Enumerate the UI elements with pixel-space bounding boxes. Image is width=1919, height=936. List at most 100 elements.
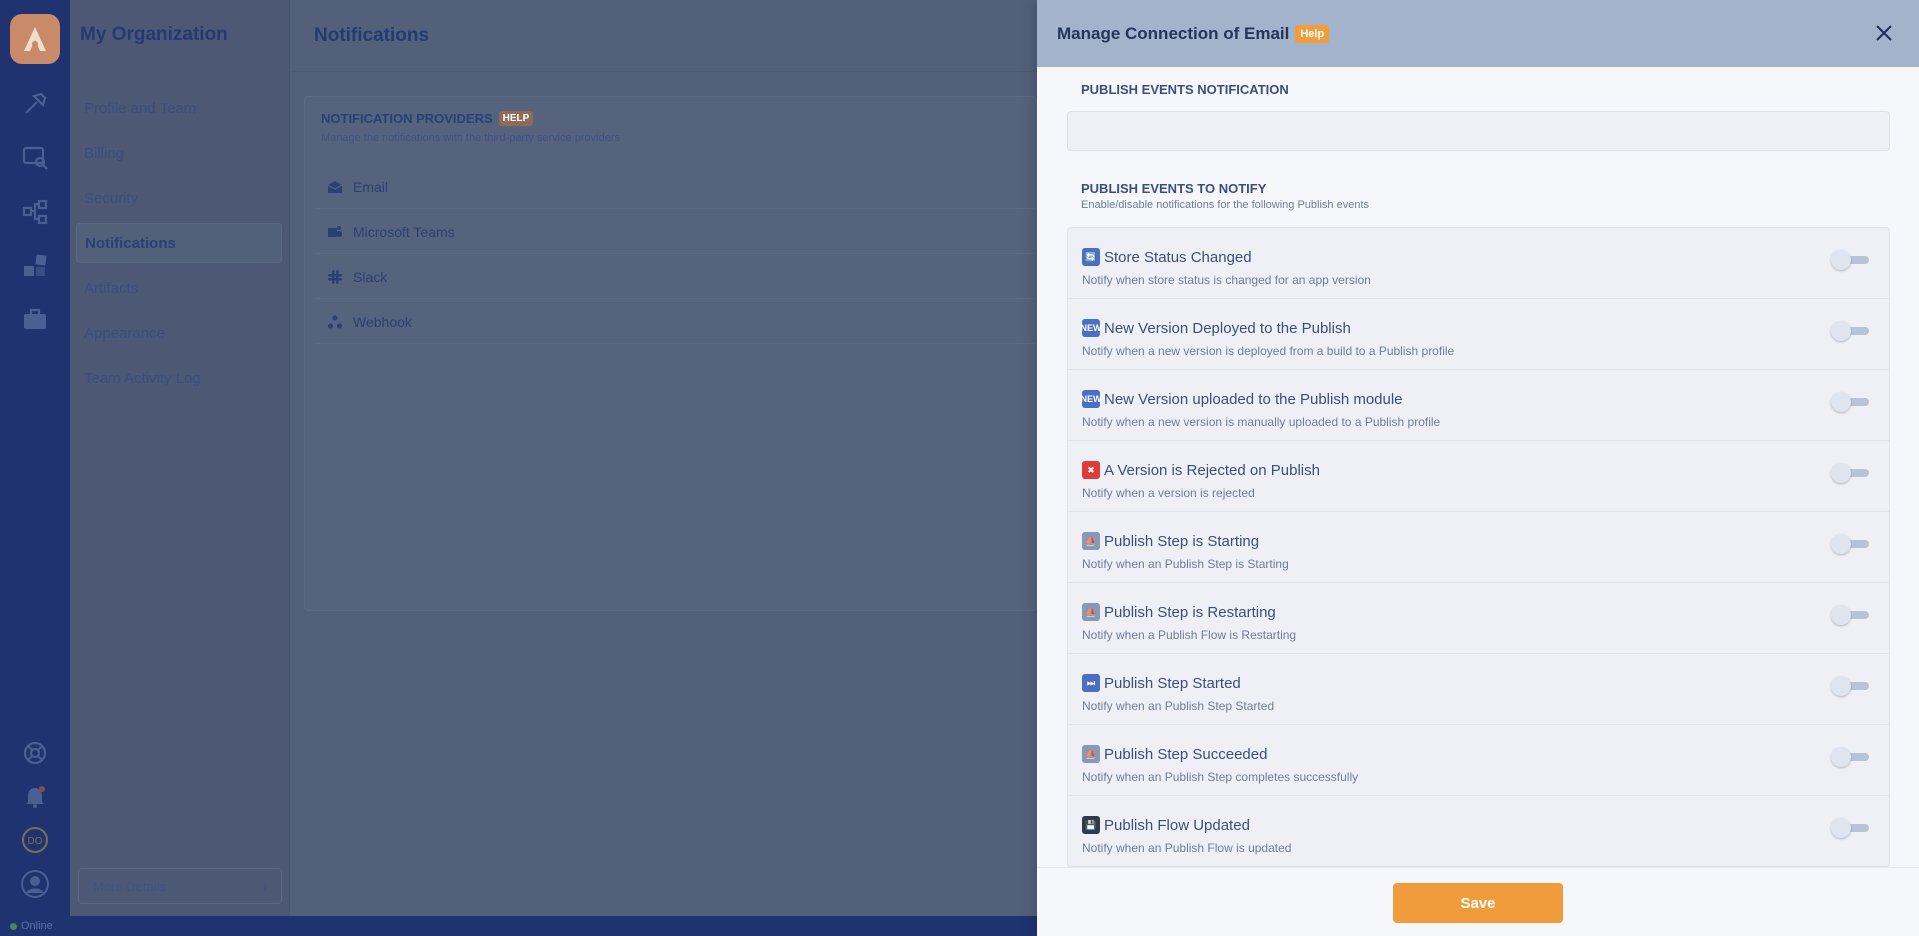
provider-microsoft-teams[interactable]: Microsoft Teams — [315, 210, 1035, 254]
event-title: Publish Flow Updated — [1104, 817, 1250, 834]
event-title: Publish Step is Starting — [1104, 533, 1260, 550]
event-row: NEW New Version Deployed to the Publish No… — [1068, 299, 1889, 370]
event-row: ⏭ Publish Step Started Notify when an Publ… — [1068, 654, 1889, 725]
provider-label: Microsoft Teams — [353, 223, 455, 240]
providers-title-text: NOTIFICATION PROVIDERS — [321, 111, 493, 126]
profile-avatar-icon[interactable] — [21, 870, 49, 898]
provider-label: Slack — [353, 268, 388, 285]
apps-icon[interactable] — [21, 252, 49, 280]
provider-slack[interactable]: Slack — [315, 255, 1035, 299]
save-button[interactable]: Save — [1393, 883, 1563, 923]
event-title: A Version is Rejected on Publish — [1104, 462, 1320, 479]
event-description: Notify when a Publish Flow is Restarting — [1082, 628, 1297, 642]
event-row: ⛵ Publish Step is Starting Notify when an … — [1068, 512, 1889, 583]
event-toggle[interactable] — [1831, 534, 1869, 554]
event-row: 💾 Publish Flow Updated Notify when an Publ… — [1068, 796, 1889, 867]
monitor-search-icon[interactable] — [21, 143, 49, 171]
event-emoji-icon: ⛵ — [1082, 532, 1100, 550]
event-title: New Version uploaded to the Publish modu… — [1104, 391, 1403, 408]
nav-item-team-activity-log[interactable]: Team Activity Log — [76, 358, 282, 398]
drawer-title: Manage Connection of Email — [1057, 23, 1290, 43]
logo-a-icon — [24, 27, 46, 51]
webhook-icon — [327, 314, 343, 330]
hammer-icon[interactable] — [21, 90, 49, 118]
drawer-body: PUBLISH EVENTS NOTIFICATION PUBLISH EVEN… — [1037, 67, 1919, 867]
more-details-label: More Details — [93, 878, 166, 894]
event-title: Publish Step Succeeded — [1104, 746, 1268, 763]
event-title: Publish Step is Restarting — [1104, 604, 1276, 621]
event-toggle[interactable] — [1831, 605, 1869, 625]
event-emoji-icon: 💾 — [1082, 816, 1100, 834]
online-dot-icon — [10, 922, 17, 930]
provider-label: Email — [353, 178, 389, 195]
event-row: NEW New Version uploaded to the Publish m… — [1068, 370, 1889, 441]
event-toggle[interactable] — [1831, 463, 1869, 483]
event-description: Notify when an Publish Step Started — [1082, 699, 1275, 713]
event-description: Notify when an Publish Step completes su… — [1082, 770, 1359, 784]
providers-title: NOTIFICATION PROVIDERS HELP — [321, 111, 620, 126]
nav-item-security[interactable]: Security — [76, 178, 282, 218]
page-title: Notifications — [314, 24, 430, 46]
nav-item-billing[interactable]: Billing — [76, 133, 282, 173]
event-row: ✖ A Version is Rejected on Publish Notify … — [1068, 441, 1889, 512]
event-row: ⛵ Publish Step is Restarting Notify when a… — [1068, 583, 1889, 654]
drawer-header: Manage Connection of Email Help — [1037, 0, 1919, 67]
app-logo-icon[interactable] — [10, 14, 60, 64]
provider-email[interactable]: Email — [315, 165, 1035, 209]
event-description: Notify when an Publish Step is Starting — [1082, 557, 1289, 571]
notification-providers-card: NOTIFICATION PROVIDERS HELP Manage the n… — [304, 96, 1037, 611]
status-label: Online — [21, 920, 53, 932]
org-nav: Profile and Team Billing Security Notifi… — [76, 88, 282, 403]
nav-item-profile-and-team[interactable]: Profile and Team — [76, 88, 282, 128]
svg-text:DO: DO — [28, 836, 43, 847]
nav-item-notifications[interactable]: Notifications — [76, 223, 282, 263]
event-toggle[interactable] — [1831, 250, 1869, 270]
event-row: 🔄 Store Status Changed Notify when store s… — [1068, 228, 1889, 299]
publish-events-notification-input[interactable] — [1067, 111, 1890, 151]
org-title: My Organization — [80, 24, 228, 45]
event-description: Notify when a new version is deployed fr… — [1082, 344, 1455, 358]
nav-item-artifacts[interactable]: Artifacts — [76, 268, 282, 308]
more-details-button[interactable]: More Details › — [78, 868, 282, 904]
event-emoji-icon: ⏭ — [1082, 674, 1100, 692]
event-title: New Version Deployed to the Publish — [1104, 320, 1351, 337]
providers-help-badge[interactable]: HELP — [498, 111, 534, 126]
event-toggle[interactable] — [1831, 747, 1869, 767]
event-emoji-icon: NEW — [1081, 319, 1102, 337]
provider-label: Webhook — [353, 313, 412, 330]
chevron-right-icon: › — [262, 878, 267, 894]
event-emoji-icon: ⛵ — [1082, 603, 1100, 621]
notification-bell-icon[interactable] — [21, 782, 49, 810]
event-toggle[interactable] — [1831, 321, 1869, 341]
close-icon[interactable] — [1873, 22, 1895, 44]
publish-events-notification-title: PUBLISH EVENTS NOTIFICATION — [1081, 82, 1289, 97]
provider-webhook[interactable]: Webhook — [315, 300, 1035, 344]
event-emoji-icon: 🔄 — [1082, 248, 1100, 266]
event-toggle[interactable] — [1831, 818, 1869, 838]
card-header: NOTIFICATION PROVIDERS HELP Manage the n… — [321, 111, 620, 144]
briefcase-icon[interactable] — [21, 305, 49, 333]
support-icon[interactable] — [21, 739, 49, 767]
slack-icon — [327, 269, 343, 285]
event-description: Notify when a new version is manually up… — [1082, 415, 1441, 429]
event-toggle[interactable] — [1831, 392, 1869, 412]
user-initials-icon[interactable]: DO — [21, 826, 49, 854]
nav-item-appearance[interactable]: Appearance — [76, 313, 282, 353]
main-content: Notifications NOTIFICATION PROVIDERS HEL… — [290, 0, 1037, 916]
event-description: Notify when store status is changed for … — [1082, 273, 1371, 287]
status-bar: Online — [0, 916, 1037, 936]
drawer-help-badge[interactable]: Help — [1295, 24, 1330, 43]
manage-connection-drawer: Manage Connection of Email Help PUBLISH … — [1037, 0, 1919, 936]
providers-subtitle: Manage the notifications with the third-… — [321, 132, 620, 144]
app-rail: DO — [0, 0, 70, 916]
event-description: Notify when a version is rejected — [1082, 486, 1255, 500]
main-topbar: Notifications — [290, 0, 1037, 72]
event-emoji-icon: ✖ — [1082, 461, 1100, 479]
event-toggle[interactable] — [1831, 676, 1869, 696]
publish-events-to-notify-subtitle: Enable/disable notifications for the fol… — [1081, 199, 1370, 211]
event-description: Notify when an Publish Flow is updated — [1082, 841, 1292, 855]
workflow-icon[interactable] — [21, 198, 49, 226]
event-title: Publish Step Started — [1104, 675, 1241, 692]
event-title: Store Status Changed — [1104, 249, 1252, 266]
event-emoji-icon: NEW — [1081, 390, 1102, 408]
